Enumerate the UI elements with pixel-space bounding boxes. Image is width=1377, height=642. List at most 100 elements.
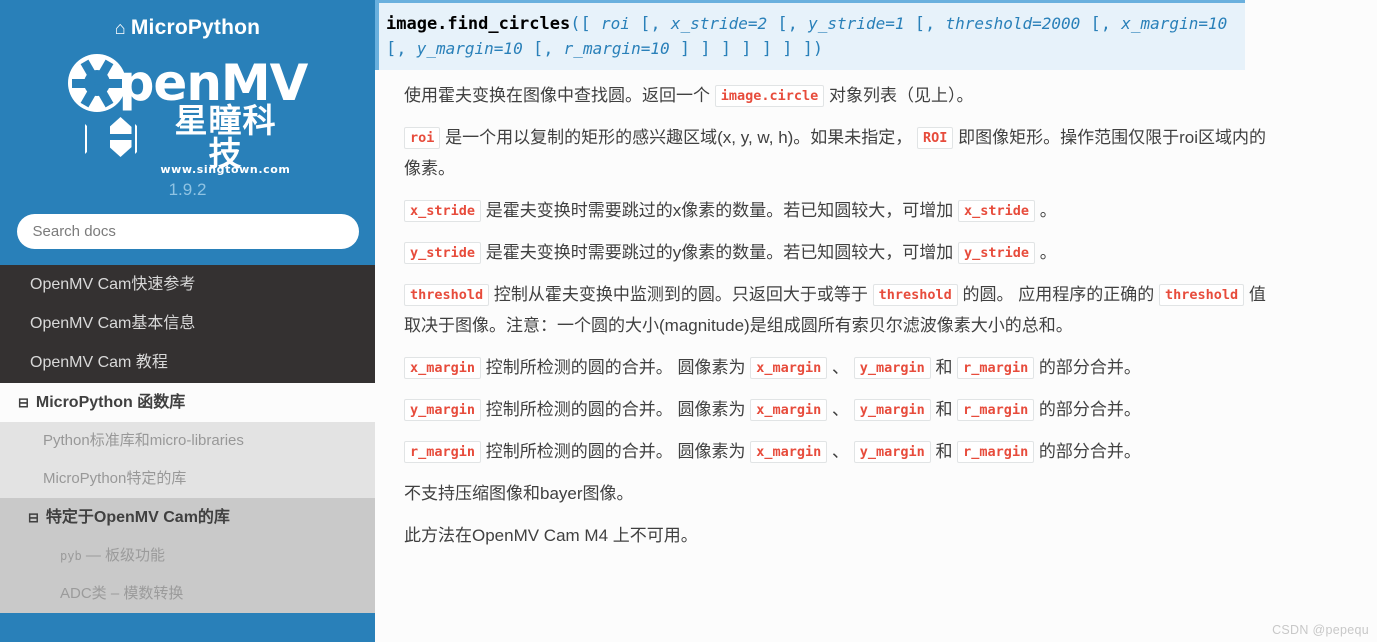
text-run: 控制所检测的圆的合并。 圆像素为 [481,357,751,377]
inline-code: x_stride [404,200,482,223]
sidebar-nav: OpenMV Cam快速参考 OpenMV Cam基本信息 OpenMV Cam 教… [0,265,375,613]
text-run: 使用霍夫变换在图像中查找圆。返回一个 [404,86,715,106]
sidebar: ⌂ MicroPython penMV 星瞳科技 www.singtown.co… [0,0,375,642]
sidebar-item: OpenMV Cam快速参考 [0,265,375,305]
inline-code: threshold [1158,283,1245,306]
inline-code: threshold [404,283,490,306]
signature-bracket-0: [ [580,14,601,34]
text-run: 是一个用以复制的矩形的感兴趣区域(x, y, w, h)。如果未指定， [440,128,918,148]
inline-code: x_margin [750,440,828,463]
text-run: 的圆。 应用程序的正确的 [957,284,1159,304]
inline-code: image.circle [714,85,825,108]
text-run: 控制所检测的圆的合并。 圆像素为 [481,441,751,461]
brand-link[interactable]: ⌂ MicroPython [12,12,363,48]
sidebar-item-link-0[interactable]: OpenMV Cam快速参考 [0,265,375,305]
text-run: 和 [930,399,958,419]
signature-param-10: threshold=2000 [945,14,1081,33]
sidebar-item-label: Python标准库和micro-libraries [43,431,244,449]
signature-bracket-8: [ [904,14,925,34]
p-rmargin: r_margin 控制所检测的圆的合并。 圆像素为 x_margin 、 y_m… [375,426,1275,468]
sidebar-item-link-2[interactable]: OpenMV Cam 教程 [0,343,375,383]
inline-code: r_margin [957,440,1035,463]
p-roi: roi 是一个用以复制的矩形的感兴趣区域(x, y, w, h)。如果未指定， … [375,112,1275,185]
search-input[interactable] [16,214,359,249]
signature-bracket-2: [ [629,14,651,34]
inline-code: x_margin [750,356,828,379]
signature-param-16: y_margin=10 [416,38,523,58]
signature-bracket-11: [ [1080,14,1101,34]
inline-code: x_stride [957,200,1036,223]
function-signature: image.find_circles([ roi [, x_stride=2 [… [375,0,1245,71]
sidebar-item-label: MicroPython特定的库 [43,469,187,487]
logo-cn-name: 星瞳科技 [174,101,277,173]
text-run: 的部分合并。 [1034,399,1141,419]
text-run: 、 [827,441,854,461]
sidebar-header: ⌂ MicroPython penMV 星瞳科技 www.singtown.co… [0,0,375,265]
text-run: 和 [930,441,958,461]
inline-code: threshold [872,283,958,306]
inline-code: y_margin [853,398,931,421]
sidebar-item-link-5[interactable]: MicroPython特定的库 [0,459,375,498]
aperture-icon [67,54,126,112]
signature-bracket-3: , [650,14,671,34]
inline-code: y_margin [853,356,931,379]
logo-cn-row: 星瞳科技 [83,104,293,170]
p-intro: 使用霍夫变换在图像中查找圆。返回一个 image.circle 对象列表（见上）… [375,70,1275,112]
inline-code: r_margin [957,398,1035,421]
text-run: 、 [827,357,854,377]
signature-bracket-18: , [543,38,564,59]
main-content: image.find_circles([ roi [, x_stride=2 [… [375,0,1377,642]
inline-code: r_margin [957,356,1035,379]
signature-bracket-20: ] ] ] ] ] ] ]) [669,38,824,59]
sidebar-item-link-8[interactable]: ADC类 – 模数转换 [0,574,375,613]
text-run: 是霍夫变换时需要跳过的x像素的数量。若已知圆较大，可增加 [481,201,958,221]
signature-param-1: roi [600,14,630,33]
inline-code: x_margin [750,398,828,421]
sidebar-item: MicroPython特定的库 [0,459,375,498]
sidebar-item: ⊟ 特定于OpenMV Cam的库 [0,497,375,537]
inline-code: y_margin [853,440,931,463]
sidebar-item-link-1[interactable]: OpenMV Cam基本信息 [0,304,375,344]
inline-code: r_margin [404,440,482,463]
signature-bracket-5: [ [767,14,788,34]
sidebar-item-label: OpenMV Cam基本信息 [30,315,196,333]
signature-param-13: x_margin=10 [1121,14,1228,33]
singtown-mark-icon [83,115,159,159]
signature-bracket-9: , [924,14,946,34]
logo-site-url: www.singtown.com [160,163,291,176]
inline-code: y_stride [957,242,1036,265]
signature-bracket-6: , [787,14,809,34]
collapse-box-icon[interactable]: ⊟ [18,395,29,410]
sidebar-item-link-6[interactable]: ⊟ 特定于OpenMV Cam的库 [0,497,375,537]
sidebar-item-label: OpenMV Cam快速参考 [30,276,196,293]
sidebar-item: ⊟ MicroPython 函数库 [0,382,375,422]
inline-code: y_stride [404,242,482,265]
openmv-logo: penMV 星瞳科技 www.singtown.com [67,52,308,176]
sidebar-item-link-4[interactable]: Python标准库和micro-libraries [0,421,375,460]
docs-page: ⌂ MicroPython penMV 星瞳科技 www.singtown.co… [0,0,1377,642]
sidebar-item: OpenMV Cam基本信息 [0,304,375,344]
signature-param-7: y_stride=1 [808,14,905,33]
sidebar-item-label: OpenMV Cam 教程 [30,354,168,372]
text-run: 。 [1035,201,1057,221]
sidebar-item-label: 特定于OpenMV Cam的库 [45,508,230,526]
p-ymargin: y_margin 控制所检测的圆的合并。 圆像素为 x_margin 、 y_m… [375,384,1275,426]
signature-bracket-12: , [1100,14,1122,34]
inline-code: y_margin [404,398,482,421]
p-threshold: threshold 控制从霍夫变换中监测到的圆。只返回大于或等于 thresho… [375,269,1275,342]
text-run: 控制从霍夫变换中监测到的圆。只返回大于或等于 [489,284,873,304]
home-icon: ⌂ [114,18,126,38]
version-label: 1.9.2 [168,180,207,199]
text-run: 和 [930,357,958,377]
signature-param-4: x_stride=2 [670,14,768,33]
sidebar-item-link-3[interactable]: ⊟ MicroPython 函数库 [0,382,375,422]
content-inner: image.find_circles([ roi [, x_stride=2 [… [375,0,1377,552]
sidebar-item-link-7[interactable]: pyb — 板级功能 [0,536,375,575]
text-run: 对象列表（见上）。 [824,86,974,106]
signature-function-name: image.find_circles [386,14,571,34]
sidebar-item-label: ADC类 – 模数转换 [60,584,184,602]
collapse-box-icon[interactable]: ⊟ [28,510,39,525]
signature-bracket-17: [ [522,38,544,59]
sidebar-item: Python标准库和micro-libraries [0,421,375,460]
text-run: 。 [1035,243,1057,263]
